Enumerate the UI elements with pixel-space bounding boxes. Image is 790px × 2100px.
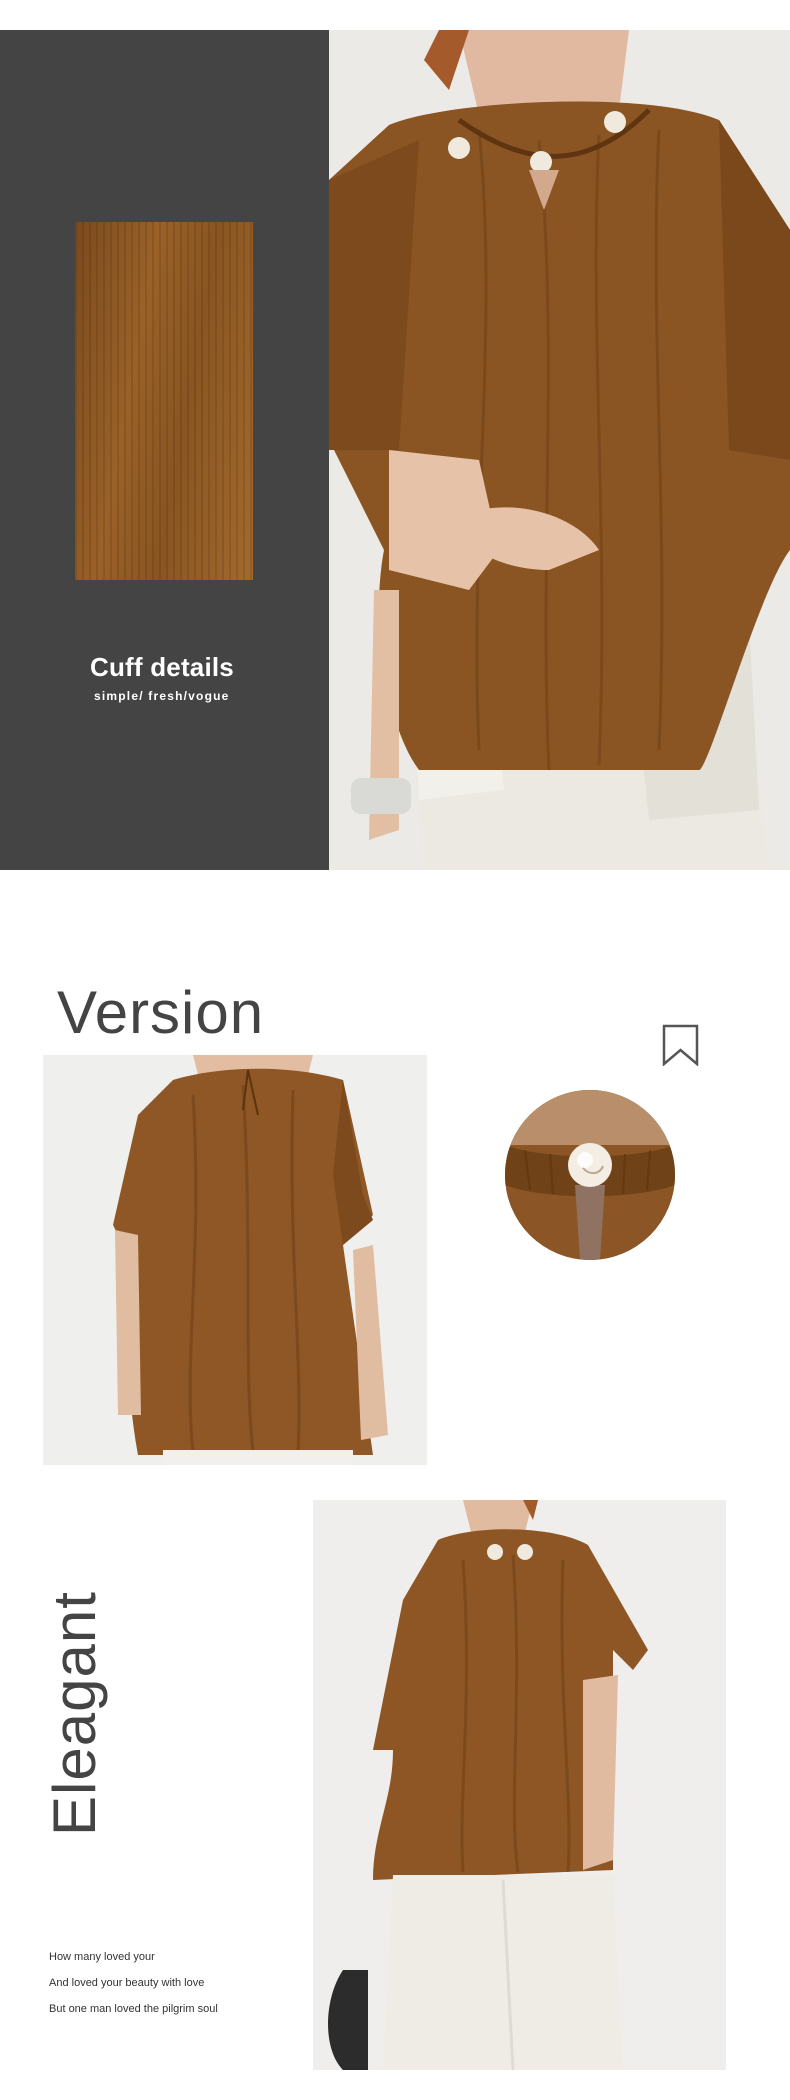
- button-closeup-illustration: [505, 1090, 675, 1260]
- poem-line-1: How many loved your: [49, 1951, 155, 1963]
- back-view-illustration: [43, 1055, 427, 1465]
- cuff-details-title: Cuff details: [90, 652, 234, 682]
- eleagant-title: Eleagant: [41, 1591, 108, 1836]
- fabric-swatch-image: [75, 222, 253, 580]
- poem-line-2: And loved your beauty with love: [49, 1977, 205, 1989]
- button-closeup-image: [505, 1090, 675, 1260]
- hero-model-photo: [329, 30, 790, 870]
- front-view-illustration: [313, 1500, 726, 2070]
- back-view-photo: [43, 1055, 427, 1465]
- version-title: Version: [57, 979, 265, 1046]
- hero-model-illustration: [329, 30, 790, 870]
- bookmark-icon[interactable]: [662, 1024, 699, 1066]
- front-view-photo: [313, 1500, 726, 2070]
- cuff-details-subtitle: simple/ fresh/vogue: [94, 689, 230, 703]
- poem-line-3: But one man loved the pilgrim soul: [49, 2003, 218, 2015]
